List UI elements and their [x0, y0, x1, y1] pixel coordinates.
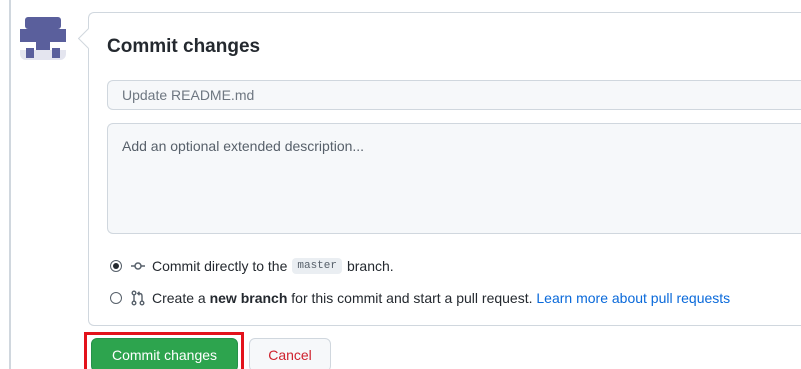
commit-direct-text: Commit directly to the — [152, 258, 288, 274]
commit-description-textarea[interactable] — [107, 123, 801, 234]
new-branch-emphasis: new branch — [209, 290, 288, 306]
commit-direct-text-end: branch. — [346, 258, 394, 274]
new-branch-text-suffix: for this commit and start a pull request… — [291, 290, 533, 306]
timeline-line — [9, 0, 11, 369]
page: Commit changes Commit directly to the ma… — [0, 0, 801, 369]
option-new-branch[interactable]: Create a new branch for this commit and … — [110, 288, 730, 308]
commit-changes-button[interactable]: Commit changes — [91, 338, 238, 369]
pull-request-help-link[interactable]: Learn more about pull requests — [536, 290, 730, 306]
branch-name-chip: master — [292, 258, 342, 274]
avatar[interactable] — [20, 14, 66, 60]
commit-direct-radio[interactable] — [110, 260, 122, 272]
git-commit-icon — [130, 258, 146, 274]
cancel-button[interactable]: Cancel — [249, 338, 331, 369]
new-branch-radio[interactable] — [110, 292, 122, 304]
git-pull-request-icon — [130, 290, 146, 306]
new-branch-text-prefix: Create a — [152, 290, 206, 306]
commit-summary-input[interactable] — [107, 80, 801, 110]
option-commit-direct[interactable]: Commit directly to the master branch. — [110, 256, 394, 276]
commit-form-title: Commit changes — [107, 36, 261, 57]
